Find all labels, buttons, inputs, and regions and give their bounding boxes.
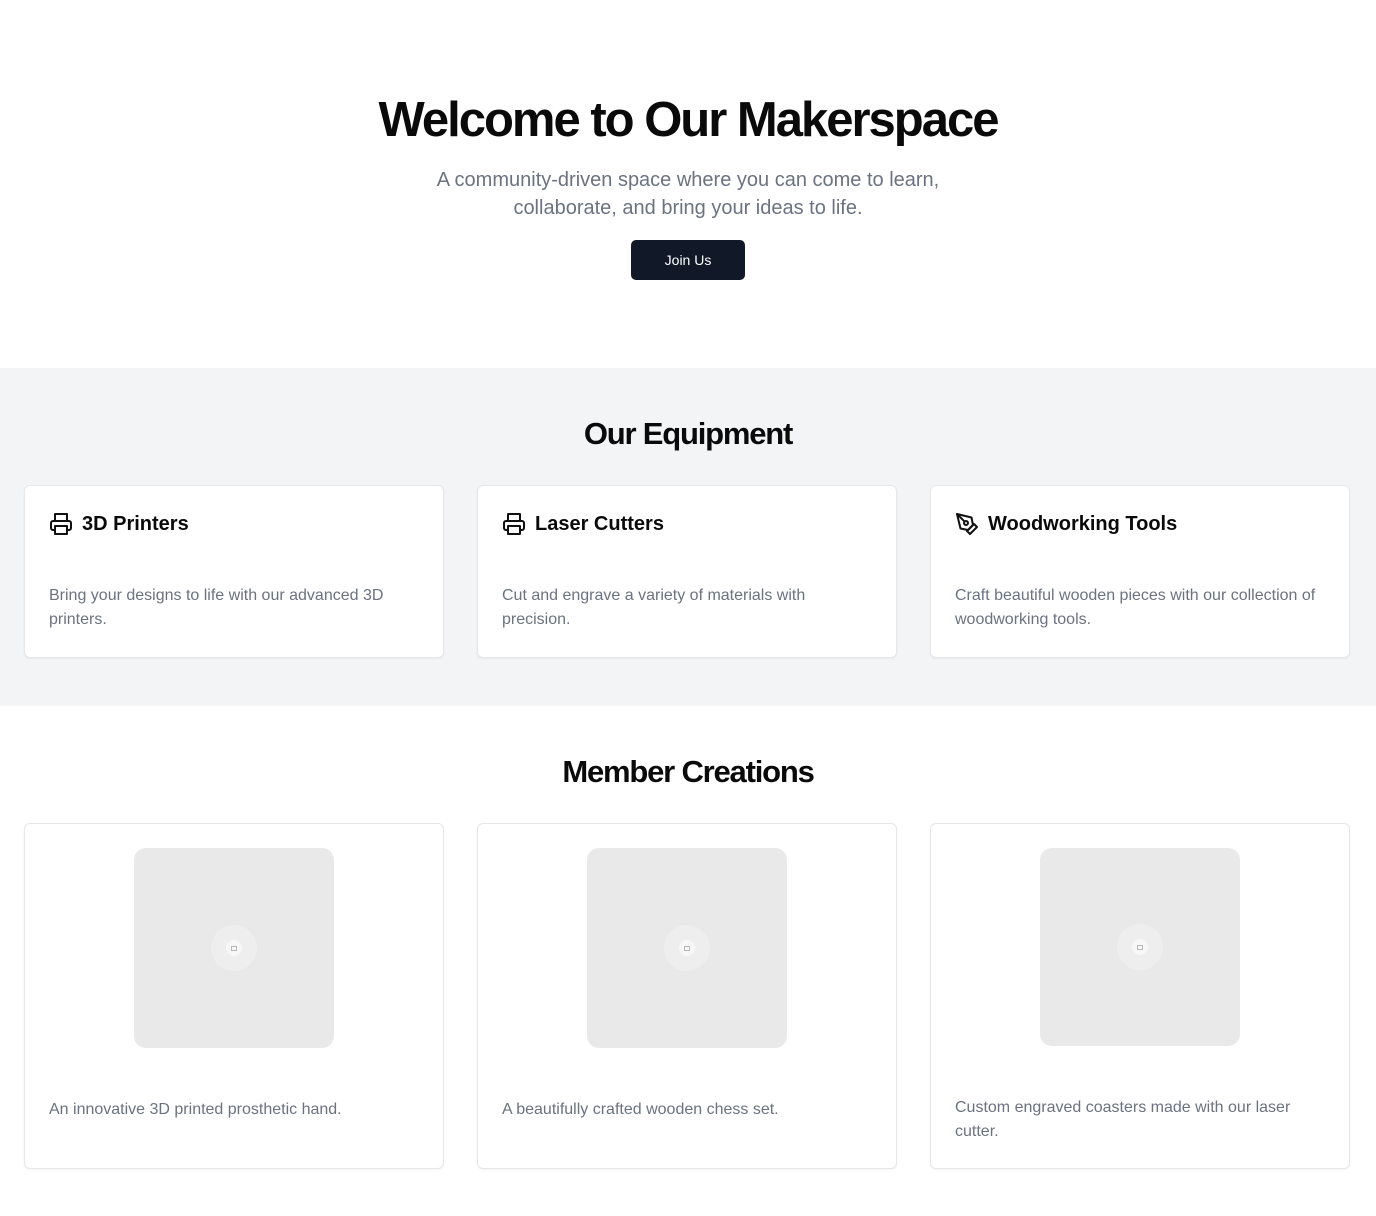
equipment-card: 3D Printers Bring your designs to life w… [24,485,444,658]
equipment-description: Bring your designs to life with our adva… [49,587,384,628]
printer-icon [503,513,525,535]
equipment-name: Laser Cutters [535,512,664,535]
creation-card: A beautifully crafted wooden chess set. [477,823,897,1169]
image-placeholder-icon [664,925,710,971]
creation-card: Custom engraved coasters made with our l… [930,823,1350,1169]
equipment-section: Our Equipment 3D Printers Bring your des… [0,368,1376,706]
image-placeholder-icon [211,925,257,971]
creations-title: Member Creations [562,754,814,789]
equipment-name: Woodworking Tools [988,512,1178,535]
creation-card: An innovative 3D printed prosthetic hand… [24,823,444,1169]
creation-image [134,848,334,1048]
equipment-name: 3D Printers [82,512,189,535]
creation-description: A beautifully crafted wooden chess set. [502,1101,779,1118]
equipment-description: Cut and engrave a variety of materials w… [502,587,806,628]
equipment-card: Laser Cutters Cut and engrave a variety … [477,485,897,658]
hero-subtitle: A community-driven space where you can c… [436,169,940,219]
equipment-grid: 3D Printers Bring your designs to life w… [0,485,1376,658]
pen-tool-icon [956,513,978,535]
equipment-description: Craft beautiful wooden pieces with our c… [955,587,1316,628]
creations-section: Member Creations An innovative 3D printe… [0,706,1376,1169]
printer-icon [50,513,72,535]
equipment-card-header: Woodworking Tools [955,510,1325,538]
hero-title: Welcome to Our Makerspace [378,93,999,147]
creations-grid: An innovative 3D printed prosthetic hand… [0,823,1376,1169]
join-us-button[interactable]: Join Us [631,240,745,280]
equipment-card-header: Laser Cutters [502,510,872,538]
hero-section: Welcome to Our Makerspace A community-dr… [0,0,1376,368]
creation-description: An innovative 3D printed prosthetic hand… [49,1101,342,1118]
creation-image [1040,848,1240,1046]
equipment-card: Woodworking Tools Craft beautiful wooden… [930,485,1350,658]
equipment-title: Our Equipment [583,416,793,451]
equipment-card-header: 3D Printers [49,510,419,538]
creation-image [587,848,787,1048]
image-placeholder-icon [1117,924,1163,970]
creation-description: Custom engraved coasters made with our l… [955,1099,1291,1140]
